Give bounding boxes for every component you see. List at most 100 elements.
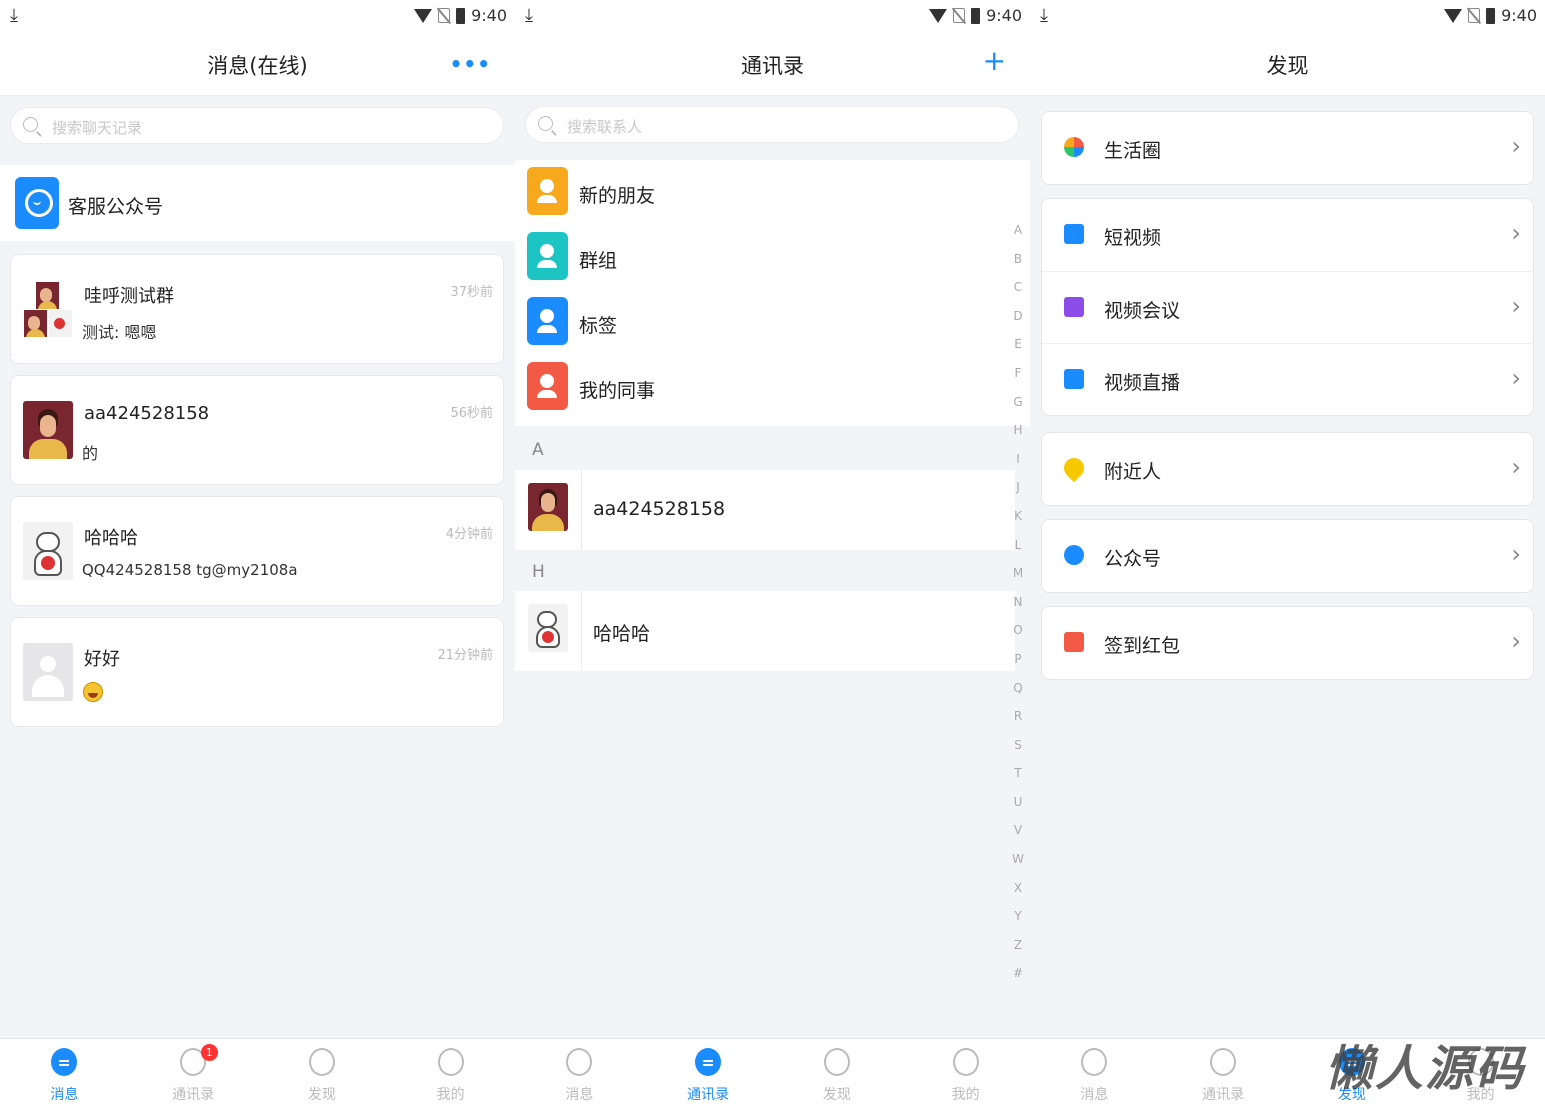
conversation-item[interactable]: 好好 21分钟前 (10, 617, 504, 727)
chevron-right-icon: › (1511, 364, 1521, 392)
more-dots-icon[interactable]: ••• (450, 52, 491, 76)
section-header: H (515, 550, 1030, 592)
user-avatar (23, 401, 73, 459)
discover-label: 视频直播 (1104, 372, 1181, 394)
conversation-preview: 的 (82, 444, 99, 463)
tab-discover[interactable]: 发现 (258, 1039, 387, 1107)
index-letter[interactable]: A (1014, 220, 1022, 249)
index-letter[interactable]: H (1013, 420, 1022, 449)
index-letter[interactable]: N (1014, 592, 1023, 621)
message-icon (51, 1048, 78, 1076)
tab-me[interactable]: 我的 (386, 1039, 515, 1107)
chevron-right-icon: › (1511, 132, 1521, 160)
tab-contacts[interactable]: 通讯录 (1159, 1039, 1288, 1107)
index-letter[interactable]: J (1016, 477, 1020, 506)
chevron-right-icon: › (1511, 453, 1521, 481)
conversation-item[interactable]: 哇呼测试群 测试: 嗯嗯 37秒前 (10, 254, 504, 364)
plus-icon[interactable]: + (983, 44, 1006, 77)
discover-group: 签到红包 › (1041, 606, 1534, 680)
index-letter[interactable]: S (1014, 735, 1022, 764)
contact-row[interactable]: aa424528158 (515, 470, 1015, 550)
contacts-screen: ⤓ 9:40 通讯录 + 搜索联系人 新的朋友 群组 标签 我的同事 A aa4… (515, 0, 1030, 1107)
discover-item-short-video[interactable]: 短视频 › (1042, 199, 1533, 271)
index-letter[interactable]: D (1013, 306, 1022, 335)
index-letter[interactable]: F (1015, 363, 1022, 392)
discover-label: 公众号 (1104, 548, 1162, 570)
colleague-icon (527, 362, 568, 410)
tab-label: 通讯录 (687, 1087, 730, 1103)
conversation-item[interactable]: aa424528158 的 56秒前 (10, 375, 504, 485)
tab-messages[interactable]: 消息 (1030, 1039, 1159, 1107)
unread-badge: 1 (200, 1044, 218, 1061)
discover-item-life-circle[interactable]: 生活圈 › (1042, 112, 1533, 184)
conversation-name: 哈哈哈 (84, 528, 138, 549)
discover-item-check-in-red-packet[interactable]: 签到红包 › (1042, 607, 1533, 679)
index-letter[interactable]: K (1014, 506, 1022, 535)
conversation-item[interactable]: 哈哈哈 QQ424528158 tg@my2108a 4分钟前 (10, 496, 504, 606)
tab-label: 我的 (951, 1087, 980, 1103)
header: 消息(在线) ••• (0, 32, 515, 96)
location-pin-icon (1059, 453, 1089, 483)
index-letter[interactable]: V (1014, 820, 1022, 849)
tab-discover[interactable]: 发现 (773, 1039, 902, 1107)
contact-row[interactable]: 哈哈哈 (515, 591, 1015, 671)
discover-item-video-meeting[interactable]: 视频会议 › (1042, 271, 1533, 343)
user-avatar (23, 522, 73, 580)
index-letter[interactable]: U (1014, 792, 1023, 821)
group-avatar (23, 280, 73, 338)
official-account-row[interactable]: 客服公众号 (0, 165, 515, 241)
contact-name: 哈哈哈 (593, 623, 651, 645)
index-letter[interactable]: C (1014, 277, 1022, 306)
section-header: A (515, 428, 1030, 470)
tab-messages[interactable]: 消息 (515, 1039, 644, 1107)
index-letter[interactable]: B (1014, 249, 1022, 278)
menu-item-colleagues[interactable]: 我的同事 (515, 355, 1030, 420)
index-letter[interactable]: P (1014, 649, 1021, 678)
index-letter[interactable]: L (1015, 535, 1022, 564)
index-letter[interactable]: Y (1014, 906, 1021, 935)
new-friend-icon (527, 167, 568, 215)
status-bar: ⤓ 9:40 (1030, 0, 1545, 32)
tab-messages[interactable]: 消息 (0, 1039, 129, 1107)
search-placeholder: 搜索联系人 (567, 118, 643, 136)
official-account-label: 客服公众号 (68, 196, 164, 218)
index-letter[interactable]: W (1012, 849, 1024, 878)
discover-item-live-stream[interactable]: 视频直播 › (1042, 343, 1533, 415)
tab-me[interactable]: 我的 (901, 1039, 1030, 1107)
search-input[interactable]: 搜索联系人 (525, 106, 1019, 143)
menu-label: 新的朋友 (579, 185, 656, 207)
index-letter[interactable]: R (1014, 706, 1022, 735)
index-letter[interactable]: G (1013, 392, 1022, 421)
index-letter[interactable]: T (1014, 763, 1021, 792)
index-letter[interactable]: M (1013, 563, 1023, 592)
live-icon (1064, 369, 1084, 389)
index-letter[interactable]: Z (1014, 935, 1022, 964)
conversation-name: aa424528158 (84, 403, 210, 424)
index-letter[interactable]: Q (1013, 678, 1022, 707)
index-letter[interactable]: # (1013, 963, 1023, 992)
index-letter[interactable]: I (1016, 449, 1020, 478)
tab-bar: 消息 1 通讯录 发现 我的 (0, 1038, 515, 1107)
index-letter[interactable]: E (1014, 334, 1022, 363)
tab-label: 消息 (565, 1087, 594, 1103)
tab-contacts[interactable]: 1 通讯录 (129, 1039, 258, 1107)
default-avatar (23, 643, 73, 701)
message-icon (1081, 1048, 1108, 1076)
index-letter[interactable]: O (1013, 620, 1022, 649)
battery-icon (971, 7, 981, 24)
conversation-name: 好好 (84, 649, 120, 670)
tab-contacts[interactable]: 通讯录 (644, 1039, 773, 1107)
chevron-right-icon: › (1511, 627, 1521, 655)
menu-item-new-friends[interactable]: 新的朋友 (515, 160, 1030, 225)
alphabet-index[interactable]: A B C D E F G H I J K L M N O P Q R S T U V W X Y Z # (1011, 220, 1025, 992)
discover-item-nearby[interactable]: 附近人 › (1042, 433, 1533, 505)
index-letter[interactable]: X (1014, 878, 1022, 907)
battery-icon (1486, 7, 1496, 24)
search-input[interactable]: 搜索聊天记录 (10, 107, 504, 144)
no-sim-icon (438, 8, 451, 23)
menu-item-tags[interactable]: 标签 (515, 290, 1030, 355)
message-icon (566, 1048, 593, 1076)
app-screens: ⤓ 9:40 消息(在线) ••• 搜索聊天记录 客服公众号 哇呼测试群 测试:… (0, 0, 1545, 1107)
discover-item-official-accounts[interactable]: 公众号 › (1042, 520, 1533, 592)
menu-item-groups[interactable]: 群组 (515, 225, 1030, 290)
